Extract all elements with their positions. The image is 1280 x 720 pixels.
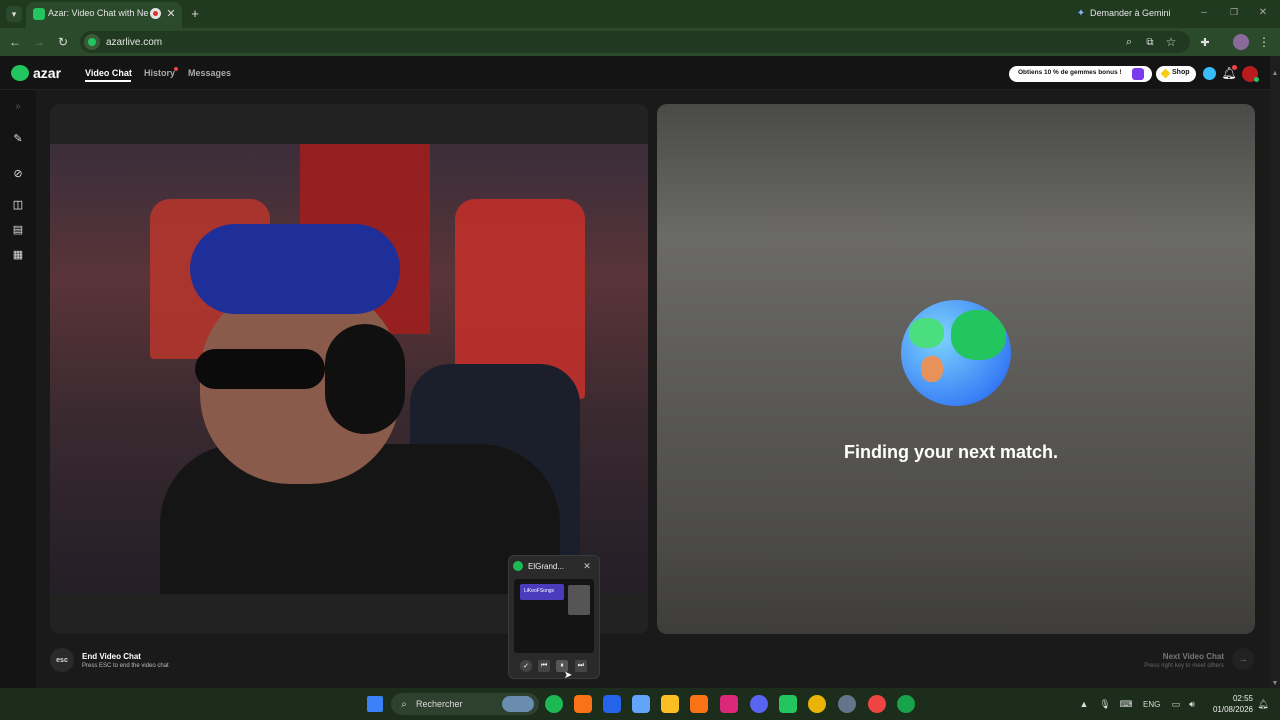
gemini-button[interactable]: Demander à Gemini: [1090, 8, 1171, 18]
maximize-icon[interactable]: ❐: [1228, 6, 1240, 18]
install-app-icon[interactable]: ⧉: [1143, 35, 1157, 49]
windows-start-icon[interactable]: [367, 696, 383, 712]
tray-overflow-icon[interactable]: ▲: [1078, 698, 1090, 710]
previous-track-icon[interactable]: ⏮: [538, 660, 550, 672]
back-icon[interactable]: ←: [8, 35, 22, 49]
discord-taskbar-icon[interactable]: [750, 695, 768, 713]
close-tab-icon[interactable]: ✕: [165, 7, 177, 20]
store-taskbar-icon[interactable]: [632, 695, 650, 713]
sunglasses: [195, 349, 325, 389]
end-video-chat-title[interactable]: End Video Chat: [82, 652, 141, 661]
search-highlight-image: [502, 696, 534, 712]
chrome-profile-taskbar-icon[interactable]: [868, 695, 886, 713]
camera-video: [50, 144, 648, 594]
volume-icon[interactable]: 🔊︎: [1186, 698, 1198, 710]
defender-taskbar-icon[interactable]: [603, 695, 621, 713]
next-arrow-icon[interactable]: →: [1232, 648, 1254, 670]
scroll-up-icon[interactable]: ▲: [1270, 68, 1280, 78]
filter-icon[interactable]: ⊘: [11, 166, 25, 180]
new-tab-icon[interactable]: +: [188, 6, 202, 21]
browser-menu-icon[interactable]: ⋮: [1258, 35, 1270, 49]
expand-sidebar-icon[interactable]: »: [11, 99, 25, 113]
match-panel: Finding your next match.: [657, 104, 1255, 634]
spotify-icon: [513, 561, 523, 571]
esc-key-label: esc: [56, 656, 68, 664]
url-text: azarlive.com: [106, 37, 163, 48]
promo-label: Obtiens 10 % de gemmes bonus !: [1018, 69, 1122, 76]
globe-icon: [901, 300, 1011, 406]
recording-indicator-icon: [150, 8, 161, 19]
goggles: [190, 224, 400, 314]
tab-search-chevron-icon[interactable]: ▾: [6, 6, 22, 22]
end-video-chat-hint: Press ESC to end the video chat: [82, 663, 169, 669]
clock-date[interactable]: 01/08/2026: [1209, 705, 1253, 714]
address-bar[interactable]: [80, 31, 1190, 53]
keyboard-icon[interactable]: ⌨: [1120, 698, 1133, 710]
azar-logo-text[interactable]: azar: [33, 65, 61, 81]
notification-center-icon[interactable]: 🔔︎: [1257, 698, 1269, 710]
globe-land-green: [951, 310, 1006, 360]
media-thumbnail[interactable]: LiKeoFSongs: [514, 579, 594, 653]
next-video-chat-hint: Press right key to meet others: [1144, 663, 1224, 669]
media-popup-title: ElGrand...: [528, 562, 565, 571]
network-icon[interactable]: ▭: [1170, 698, 1182, 710]
match-status-text: Finding your next match.: [843, 442, 1058, 462]
close-window-icon[interactable]: ✕: [1257, 6, 1269, 18]
effects-wand-icon[interactable]: ✎: [11, 131, 25, 145]
whatsapp-taskbar-icon[interactable]: [779, 695, 797, 713]
azar-logo-icon[interactable]: [11, 65, 29, 81]
layout-stacked-icon[interactable]: ▤: [11, 222, 25, 236]
history-notification-dot: [174, 67, 178, 71]
esc-key-button[interactable]: esc: [50, 648, 74, 672]
forward-icon[interactable]: →: [32, 35, 46, 49]
microphone-icon[interactable]: 🎙︎: [1099, 698, 1111, 710]
taskbar-search-placeholder: Rechercher: [416, 699, 463, 709]
brave-taskbar-icon[interactable]: [574, 695, 592, 713]
file-explorer-taskbar-icon[interactable]: [661, 695, 679, 713]
nav-video-chat[interactable]: Video Chat: [85, 68, 132, 78]
tab-title: Azar: Video Chat with New: [48, 8, 148, 18]
extensions-icon[interactable]: ✚: [1198, 35, 1212, 49]
steam-taskbar-icon[interactable]: [838, 695, 856, 713]
nav-active-underline: [85, 80, 131, 82]
instagram-taskbar-icon[interactable]: [720, 695, 738, 713]
reload-icon[interactable]: ↻: [56, 35, 70, 49]
shop-label: Shop: [1172, 69, 1190, 76]
chat-bubble-icon[interactable]: [1203, 67, 1216, 80]
gift-icon: [1132, 68, 1144, 80]
globe-land-green-2: [909, 318, 944, 348]
gemini-icon: ✦: [1076, 7, 1086, 19]
globe-land-orange: [921, 356, 943, 382]
thumbnail-label: LiKeoFSongs: [524, 588, 555, 594]
clock-time[interactable]: 02:55: [1213, 694, 1253, 703]
like-check-icon[interactable]: ✓: [520, 660, 532, 672]
bookmark-star-icon[interactable]: ☆: [1164, 35, 1178, 49]
language-indicator[interactable]: ENG: [1143, 700, 1160, 709]
page-scrollbar[interactable]: [1270, 56, 1280, 688]
chrome-taskbar-icon[interactable]: [808, 695, 826, 713]
minimize-icon[interactable]: –: [1198, 6, 1210, 18]
site-info-icon[interactable]: [84, 34, 100, 50]
vlc-taskbar-icon[interactable]: [690, 695, 708, 713]
next-track-icon[interactable]: ⏭: [575, 660, 587, 672]
chrome-active-taskbar-icon[interactable]: [897, 695, 915, 713]
layout-side-by-side-icon[interactable]: ◫: [11, 197, 25, 211]
next-video-chat-title[interactable]: Next Video Chat: [1163, 652, 1224, 661]
thumbnail-art: [568, 585, 590, 615]
nav-messages[interactable]: Messages: [188, 68, 231, 78]
headphones: [325, 324, 405, 434]
profile-avatar-icon[interactable]: [1233, 34, 1249, 50]
azar-favicon-icon: [33, 8, 45, 20]
notification-badge: [1232, 65, 1237, 70]
spotify-taskbar-icon[interactable]: [545, 695, 563, 713]
layout-grid-icon[interactable]: ▦: [11, 247, 25, 261]
nav-history[interactable]: History: [144, 68, 175, 78]
mouse-cursor-icon: ➤: [563, 669, 573, 681]
online-status-dot: [1254, 77, 1259, 82]
taskbar-search-icon: ⌕: [401, 698, 407, 710]
scroll-down-icon[interactable]: ▼: [1270, 678, 1280, 688]
zoom-icon[interactable]: ⌕: [1122, 35, 1136, 49]
media-popup-close-icon[interactable]: ✕: [582, 561, 592, 571]
